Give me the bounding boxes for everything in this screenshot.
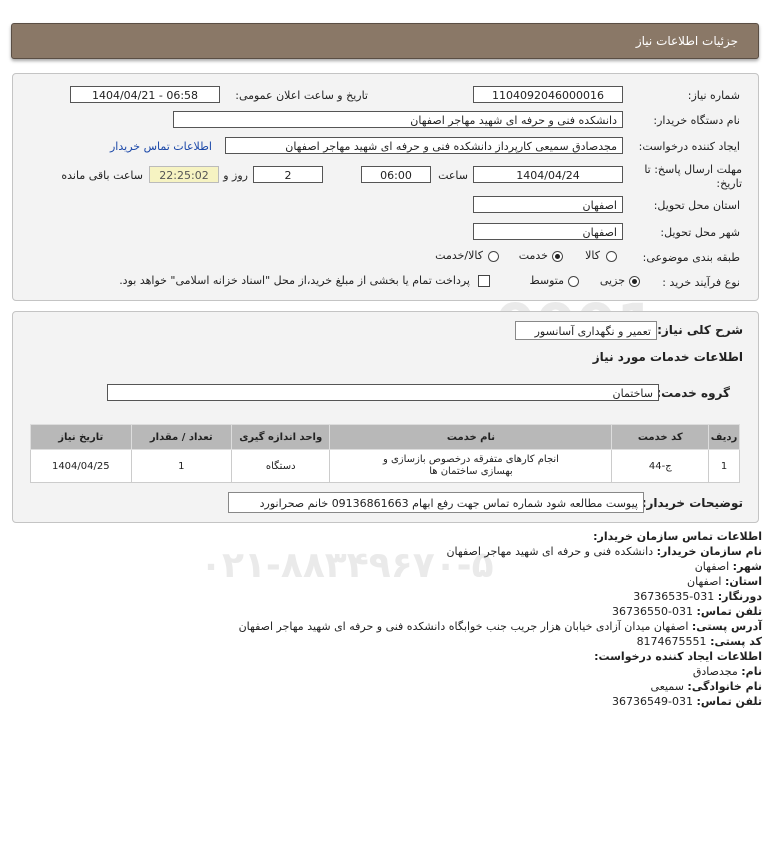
contact-city-label: شهر: <box>732 560 762 573</box>
page-title: جزئیات اطلاعات نیاز <box>635 34 738 48</box>
table-row: 1 ج-44 انجام کارهای متفرقه درخصوص بازساز… <box>30 449 740 483</box>
process-option-medium: متوسط <box>529 274 564 287</box>
contact-phone-label: تلفن تماس: <box>696 605 762 618</box>
deadline-date-field: 1404/04/24 <box>473 166 623 183</box>
contact-address: اصفهان میدان آزادی خیابان هزار جریب جنب … <box>238 620 689 633</box>
delivery-province-label: استان محل تحویل: <box>653 199 740 212</box>
contact-org-name-label: نام سازمان خریدار: <box>656 545 762 558</box>
cell-service-name: انجام کارهای متفرقه درخصوص بازسازی و بهس… <box>329 449 613 483</box>
contact-postal-row: کد پستی: 8174675551 <box>637 635 762 648</box>
announce-datetime-label: تاریخ و ساعت اعلان عمومی: <box>235 89 368 102</box>
remaining-time-field: 22:25:02 <box>149 166 219 183</box>
services-section-title: اطلاعات خدمات مورد نیاز <box>592 350 743 364</box>
col-need-date: تاریخ نیاز <box>30 424 132 450</box>
delivery-province-field: اصفهان <box>473 196 623 213</box>
contact-phone: 031-36736550 <box>612 605 694 618</box>
contact-province-row: استان: اصفهان <box>687 575 762 588</box>
contact-fax-row: دورنگار: 031-36736535 <box>633 590 762 603</box>
process-radio-minor[interactable] <box>629 276 640 287</box>
col-service-name: نام خدمت <box>329 424 613 450</box>
summary-label: شرح کلی نیاز: <box>657 323 743 337</box>
need-number-label: شماره نیاز: <box>687 89 740 102</box>
col-unit: واحد اندازه گیری <box>230 424 331 450</box>
creator-phone-label: تلفن تماس: <box>696 695 762 708</box>
contact-fax: 031-36736535 <box>633 590 715 603</box>
remaining-time-label: ساعت باقی مانده <box>61 169 143 182</box>
category-option-service: خدمت <box>518 249 548 262</box>
contact-org-title: اطلاعات تماس سازمان خریدار: <box>593 530 762 543</box>
creator-first-name-row: نام: مجدصادق <box>693 665 762 678</box>
contact-city-row: شهر: اصفهان <box>695 560 762 573</box>
category-option-goods-service: کالا/خدمت <box>435 249 483 262</box>
delivery-city-label: شهر محل تحویل: <box>660 226 740 239</box>
contact-org-name-row: نام سازمان خریدار: دانشکده فنی و حرفه ای… <box>446 545 762 558</box>
services-table: ردیف کد خدمت نام خدمت واحد اندازه گیری ت… <box>30 424 740 483</box>
category-radio-goods[interactable] <box>606 251 617 262</box>
page-header: جزئیات اطلاعات نیاز <box>11 23 759 59</box>
contact-postal: 8174675551 <box>636 635 707 648</box>
cell-quantity: 1 <box>130 449 232 483</box>
buyer-notes-label: توضیحات خریدار: <box>641 496 743 510</box>
days-label: روز و <box>223 169 248 182</box>
deadline-label: مهلت ارسال پاسخ: تا تاریخ: <box>644 163 742 190</box>
requester-field: مجدصادق سمیعی کارپرداز دانشکده فنی و حرف… <box>225 137 623 154</box>
creator-first-name-label: نام: <box>741 665 762 678</box>
table-header-row: ردیف کد خدمت نام خدمت واحد اندازه گیری ت… <box>30 424 740 450</box>
creator-phone-row: تلفن تماس: 031-36736549 <box>612 695 762 708</box>
process-type-label: نوع فرآیند خرید : <box>662 276 740 289</box>
col-row-number: ردیف <box>708 424 740 450</box>
days-remaining-field: 2 <box>253 166 323 183</box>
buyer-notes-field: پیوست مطالعه شود شماره تماس جهت رفع ابها… <box>228 492 644 513</box>
buyer-contact-link[interactable]: اطلاعات تماس خریدار <box>110 140 212 153</box>
contact-fax-label: دورنگار: <box>717 590 762 603</box>
category-option-goods: کالا <box>585 249 600 262</box>
contact-postal-label: کد پستی: <box>710 635 762 648</box>
delivery-city-field: اصفهان <box>473 223 623 240</box>
category-radio-service[interactable] <box>552 251 563 262</box>
deadline-time-field: 06:00 <box>361 166 431 183</box>
col-quantity: تعداد / مقدار <box>130 424 232 450</box>
contact-address-label: آدرس پستی: <box>691 620 762 633</box>
col-service-code: کد خدمت <box>611 424 710 450</box>
requester-label: ایجاد کننده درخواست: <box>638 140 740 153</box>
contact-province-label: استان: <box>725 575 762 588</box>
need-number-field: 1104092046000016 <box>473 86 623 103</box>
category-label: طبقه بندی موضوعی: <box>642 251 740 264</box>
creator-first-name: مجدصادق <box>692 665 738 678</box>
service-group-label: گروه خدمت: <box>656 386 730 400</box>
cell-unit: دستگاه <box>230 449 331 483</box>
buyer-org-label: نام دستگاه خریدار: <box>653 114 740 127</box>
service-group-field: ساختمان <box>107 384 659 401</box>
buyer-org-field: دانشکده فنی و حرفه ای شهید مهاجر اصفهان <box>173 111 623 128</box>
contact-province: اصفهان <box>687 575 722 588</box>
creator-last-name-label: نام خانوادگی: <box>687 680 762 693</box>
contact-address-row: آدرس پستی: اصفهان میدان آزادی خیابان هزا… <box>239 620 762 633</box>
announce-datetime-field: 1404/04/21 - 06:58 <box>70 86 220 103</box>
contact-org-name: دانشکده فنی و حرفه ای شهید مهاجر اصفهان <box>446 545 654 558</box>
treasury-payment-note: پرداخت تمام یا بخشی از مبلغ خرید،از محل … <box>119 274 470 287</box>
creator-last-name: سمیعی <box>650 680 684 693</box>
creator-phone: 031-36736549 <box>612 695 694 708</box>
creator-title: اطلاعات ایجاد کننده درخواست: <box>594 650 762 663</box>
cell-service-code: ج-44 <box>611 449 710 483</box>
treasury-payment-checkbox[interactable] <box>478 275 490 287</box>
contact-phone-row: تلفن تماس: 031-36736550 <box>612 605 762 618</box>
creator-last-name-row: نام خانوادگی: سمیعی <box>651 680 762 693</box>
cell-row-number: 1 <box>708 449 740 483</box>
deadline-time-label: ساعت <box>438 169 468 182</box>
contact-city: اصفهان <box>694 560 730 573</box>
process-radio-medium[interactable] <box>568 276 579 287</box>
cell-need-date: 1404/04/25 <box>30 449 132 483</box>
category-radio-goods-service[interactable] <box>488 251 499 262</box>
summary-field: تعمیر و نگهداری آسانسور <box>515 321 657 340</box>
process-option-minor: جزیی <box>599 274 625 287</box>
